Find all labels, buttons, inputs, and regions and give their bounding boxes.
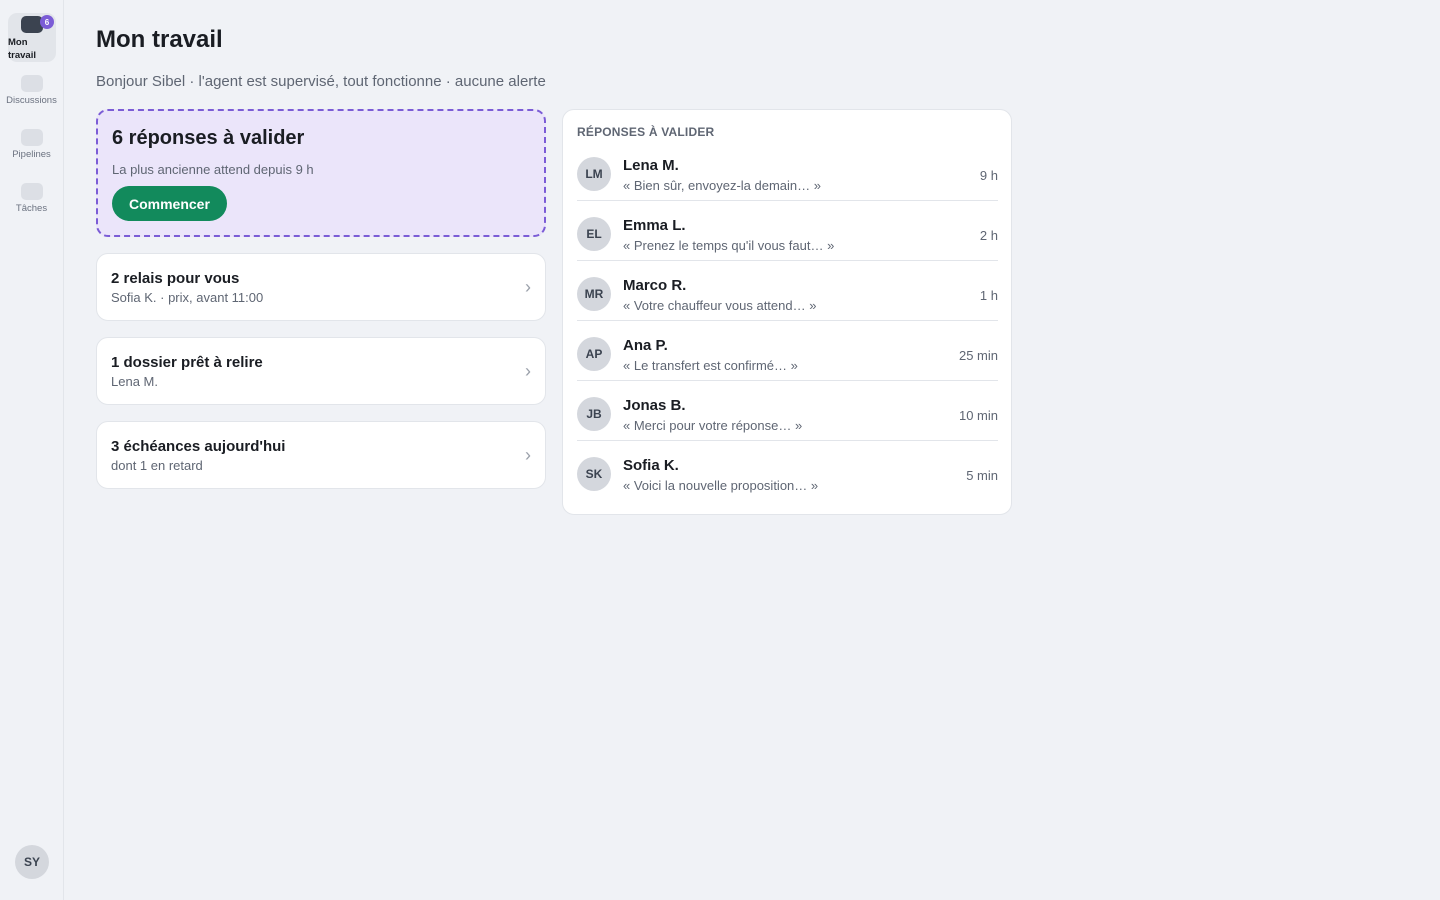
avatar: MR [577, 277, 611, 311]
avatar: LM [577, 157, 611, 191]
reply-snippet: « Merci pour votre réponse… » [623, 418, 803, 433]
reply-snippet: « Le transfert est confirmé… » [623, 358, 798, 373]
chevron-right-icon: › [525, 445, 531, 465]
sidebar-item-label: Pipelines [12, 149, 51, 160]
summary-subtitle: dont 1 en retard [111, 458, 203, 473]
reply-snippet: « Voici la nouvelle proposition… » [623, 478, 819, 493]
reply-time: 5 min [966, 468, 998, 483]
validate-title: 6 réponses à valider [112, 127, 305, 149]
reply-time: 1 h [979, 288, 998, 303]
tasks-icon [20, 183, 43, 200]
reply-row[interactable]: LM Lena M. « Bien sûr, envoyez-la demain… [577, 141, 998, 201]
validate-card: 6 réponses à valider La plus ancienne at… [96, 109, 546, 237]
validate-subtitle: La plus ancienne attend depuis 9 h [112, 162, 314, 177]
reply-name: Ana P. [623, 337, 668, 354]
sidebar-item-pipelines[interactable]: Pipelines [6, 129, 57, 160]
pipeline-icon [20, 129, 43, 146]
reply-name: Jonas B. [623, 397, 686, 414]
sidebar-item-taches[interactable]: Tâches [6, 183, 57, 214]
reply-name: Lena M. [623, 157, 679, 174]
summary-card-echeances[interactable]: 3 échéances aujourd'hui dont 1 en retard… [96, 421, 546, 489]
summary-title: 3 échéances aujourd'hui [111, 438, 286, 455]
sidebar-item-discussions[interactable]: Discussions [6, 75, 57, 106]
sidebar-item-label: Discussions [6, 95, 57, 106]
reply-row[interactable]: MR Marco R. « Votre chauffeur vous atten… [577, 261, 998, 321]
start-button[interactable]: Commencer [112, 186, 227, 221]
sidebar-item-mon-travail[interactable]: 6 Mon travail [8, 13, 56, 62]
user-avatar[interactable]: SY [15, 845, 49, 879]
summary-subtitle: Sofia K. · prix, avant 11:00 [111, 290, 264, 305]
summary-card-dossier[interactable]: 1 dossier prêt à relire Lena M. › [96, 337, 546, 405]
status-greeting: Bonjour Sibel · l'agent est supervisé, t… [96, 73, 546, 90]
reply-time: 2 h [979, 228, 998, 243]
reply-name: Sofia K. [623, 457, 679, 474]
reply-snippet: « Votre chauffeur vous attend… » [623, 298, 817, 313]
reply-name: Emma L. [623, 217, 686, 234]
chevron-right-icon: › [525, 277, 531, 297]
reply-snippet: « Bien sûr, envoyez-la demain… » [623, 178, 821, 193]
avatar: JB [577, 397, 611, 431]
sidebar-item-label: Tâches [15, 203, 48, 214]
reply-time: 25 min [958, 348, 998, 363]
reply-time: 10 min [958, 408, 998, 423]
avatar: SK [577, 457, 611, 491]
sidebar-item-label: Mon travail [8, 37, 36, 61]
page-title: Mon travail [96, 26, 223, 53]
summary-title: 2 relais pour vous [111, 270, 240, 287]
reply-snippet: « Prenez le temps qu'il vous faut… » [623, 238, 835, 253]
notification-badge: 6 [40, 15, 54, 29]
avatar: AP [577, 337, 611, 371]
reply-name: Marco R. [623, 277, 687, 294]
replies-panel: RÉPONSES À VALIDER LM Lena M. « Bien sûr… [562, 109, 1012, 515]
chevron-right-icon: › [525, 361, 531, 381]
reply-row[interactable]: AP Ana P. « Le transfert est confirmé… »… [577, 321, 998, 381]
summary-card-relais[interactable]: 2 relais pour vous Sofia K. · prix, avan… [96, 253, 546, 321]
avatar: EL [577, 217, 611, 251]
reply-time: 9 h [979, 168, 998, 183]
replies-heading: RÉPONSES À VALIDER [577, 125, 715, 139]
summary-title: 1 dossier prêt à relire [111, 354, 263, 371]
reply-row[interactable]: SK Sofia K. « Voici la nouvelle proposit… [577, 441, 998, 501]
reply-row[interactable]: EL Emma L. « Prenez le temps qu'il vous … [577, 201, 998, 261]
reply-row[interactable]: JB Jonas B. « Merci pour votre réponse… … [577, 381, 998, 441]
summary-subtitle: Lena M. [111, 374, 158, 389]
chat-icon [20, 75, 43, 92]
sidebar: 6 Mon travail Discussions Pipelines Tâch… [0, 0, 64, 900]
